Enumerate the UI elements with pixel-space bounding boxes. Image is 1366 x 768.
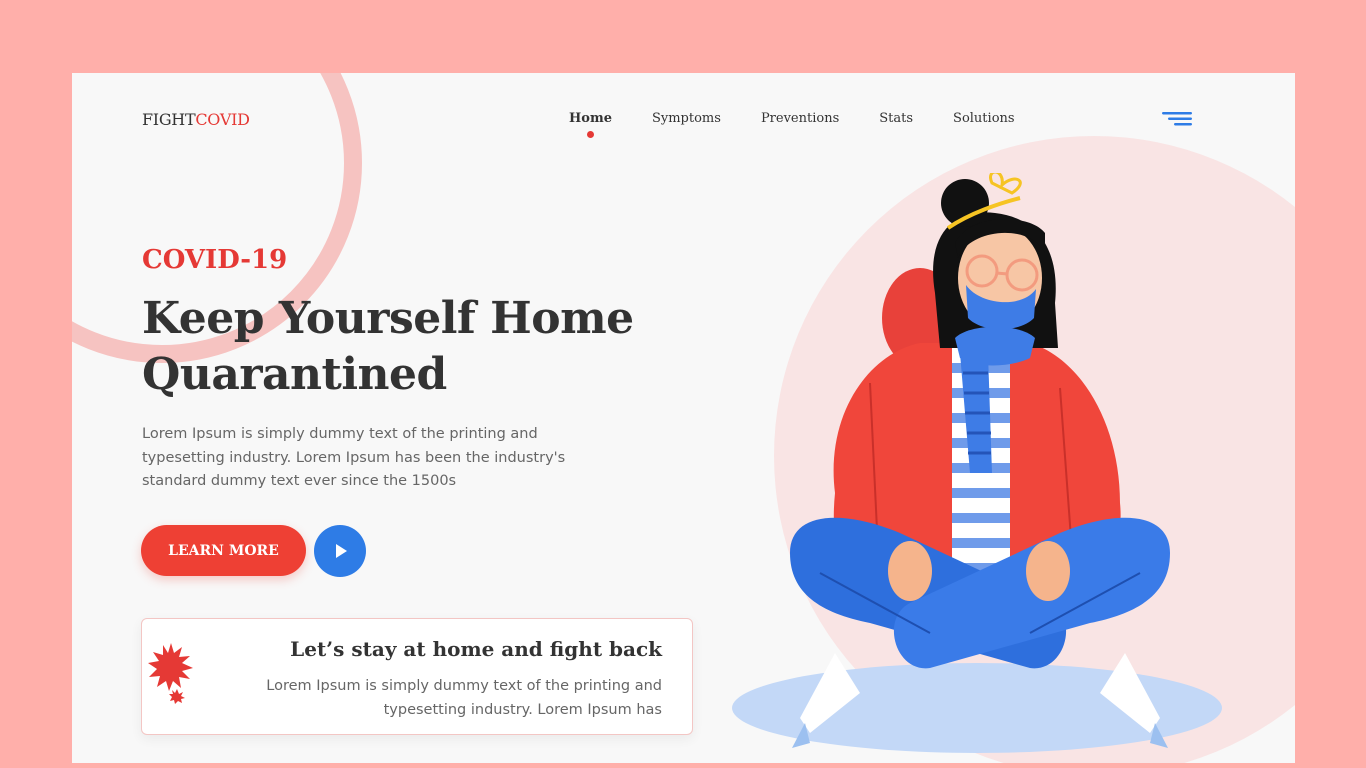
brand-logo-part1: FIGHT bbox=[142, 110, 196, 129]
virus-icon bbox=[148, 643, 193, 704]
nav-item-symptoms[interactable]: Symptoms bbox=[652, 111, 721, 126]
landing-frame: FIGHTCOVID Home Symptoms Preventions Sta… bbox=[72, 73, 1295, 763]
play-button[interactable] bbox=[314, 525, 366, 577]
card-title: Let’s stay at home and fight back bbox=[290, 637, 662, 661]
quarantine-girl-illustration bbox=[732, 173, 1222, 753]
nav-item-solutions[interactable]: Solutions bbox=[953, 111, 1015, 126]
nav-item-stats[interactable]: Stats bbox=[879, 111, 913, 126]
hero-eyebrow: COVID-19 bbox=[142, 245, 288, 275]
nav-item-home[interactable]: Home bbox=[569, 111, 612, 138]
brand-logo[interactable]: FIGHTCOVID bbox=[142, 110, 250, 129]
learn-more-button[interactable]: LEARN MORE bbox=[141, 525, 306, 576]
brand-logo-part2: COVID bbox=[195, 110, 250, 129]
info-card: Let’s stay at home and fight back Lorem … bbox=[141, 618, 693, 735]
card-text: Lorem Ipsum is simply dummy text of the … bbox=[266, 678, 662, 718]
hamburger-menu-icon[interactable] bbox=[1162, 111, 1194, 127]
nav-item-preventions[interactable]: Preventions bbox=[761, 111, 839, 126]
hero-description: Lorem Ipsum is simply dummy text of the … bbox=[142, 426, 566, 489]
main-nav: Home Symptoms Preventions Stats Solution… bbox=[569, 111, 1055, 138]
hero-headline: Keep Yourself Home Quarantined bbox=[142, 293, 634, 400]
play-icon bbox=[336, 544, 347, 558]
